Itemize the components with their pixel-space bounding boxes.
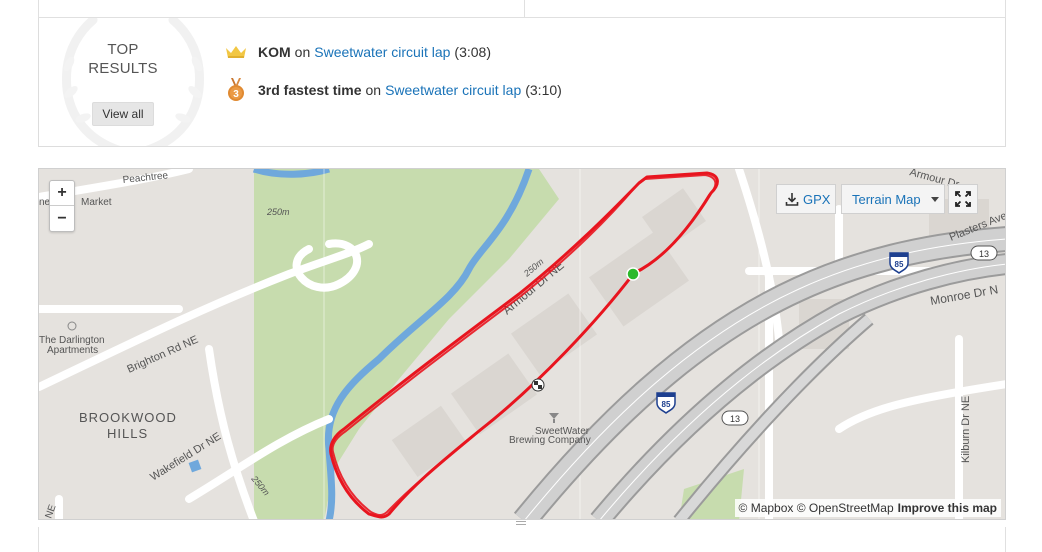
zoom-out-button[interactable]: − bbox=[50, 206, 74, 231]
top-results-panel: TOP RESULTS View all KOM on Sweetwater c… bbox=[38, 18, 1006, 147]
top-results-heading: TOP RESULTS bbox=[83, 40, 163, 78]
previous-section-stub bbox=[38, 0, 1006, 18]
start-marker-icon bbox=[626, 267, 640, 281]
zoom-in-button[interactable]: + bbox=[50, 181, 74, 206]
svg-text:Apartments: Apartments bbox=[47, 345, 98, 356]
svg-text:Market: Market bbox=[81, 197, 112, 208]
laurel-wreath-icon bbox=[62, 18, 204, 146]
zoom-control: + − bbox=[49, 180, 75, 232]
caret-down-icon bbox=[930, 196, 939, 202]
svg-text:250m: 250m bbox=[266, 207, 290, 217]
fullscreen-button[interactable] bbox=[948, 184, 978, 214]
mapbox-attribution-link[interactable]: © Mapbox bbox=[739, 501, 794, 515]
map-attribution: © Mapbox © OpenStreetMap Improve this ma… bbox=[734, 499, 1001, 517]
map-type-dropdown[interactable]: Terrain Map bbox=[841, 184, 945, 214]
svg-text:85: 85 bbox=[895, 260, 904, 269]
svg-text:HILLS: HILLS bbox=[107, 426, 148, 441]
svg-text:85: 85 bbox=[662, 400, 671, 409]
segment-link[interactable]: Sweetwater circuit lap bbox=[385, 82, 521, 98]
bronze-medal-icon: 3 bbox=[224, 78, 248, 101]
column-divider bbox=[524, 0, 525, 18]
achievement-third-fastest: 3 3rd fastest time on Sweetwater circuit… bbox=[224, 78, 562, 101]
route-map[interactable]: Peachtree Market ne 250m The Darlington … bbox=[38, 168, 1006, 520]
svg-text:13: 13 bbox=[730, 414, 740, 424]
medal-number: 3 bbox=[233, 89, 239, 100]
achievement-connector: on bbox=[294, 44, 311, 60]
improve-map-link[interactable]: Improve this map bbox=[898, 501, 997, 515]
segment-link[interactable]: Sweetwater circuit lap bbox=[314, 44, 450, 60]
svg-text:Kilburn Dr NE: Kilburn Dr NE bbox=[960, 396, 972, 463]
next-section-stub bbox=[38, 527, 1006, 552]
map-canvas[interactable]: Peachtree Market ne 250m The Darlington … bbox=[39, 169, 1006, 520]
fullscreen-icon bbox=[955, 191, 971, 207]
heading-line-1: TOP bbox=[107, 41, 139, 58]
route-13-shield-top: 13 bbox=[970, 245, 998, 261]
gpx-download-button[interactable]: GPX bbox=[776, 184, 836, 214]
svg-text:13: 13 bbox=[979, 249, 989, 259]
achievement-time: (3:10) bbox=[525, 82, 562, 98]
achievement-time: (3:08) bbox=[454, 44, 491, 60]
finish-flag-icon bbox=[531, 378, 545, 392]
achievement-kom: KOM on Sweetwater circuit lap (3:08) bbox=[224, 41, 491, 63]
heading-line-2: RESULTS bbox=[88, 60, 158, 77]
map-resize-handle[interactable] bbox=[516, 521, 526, 525]
osm-attribution-link[interactable]: © OpenStreetMap bbox=[797, 501, 894, 515]
crown-icon bbox=[224, 41, 248, 63]
view-all-button[interactable]: View all bbox=[92, 102, 154, 126]
svg-text:Brewing Company: Brewing Company bbox=[509, 435, 591, 446]
map-type-label: Terrain Map bbox=[852, 191, 921, 207]
gpx-label: GPX bbox=[803, 191, 831, 207]
achievement-connector: on bbox=[365, 82, 382, 98]
route-13-shield-mid: 13 bbox=[721, 410, 749, 426]
download-icon bbox=[785, 193, 799, 206]
achievement-title: KOM bbox=[258, 44, 291, 60]
svg-text:BROOKWOOD: BROOKWOOD bbox=[79, 410, 177, 425]
achievement-title: 3rd fastest time bbox=[258, 82, 362, 98]
